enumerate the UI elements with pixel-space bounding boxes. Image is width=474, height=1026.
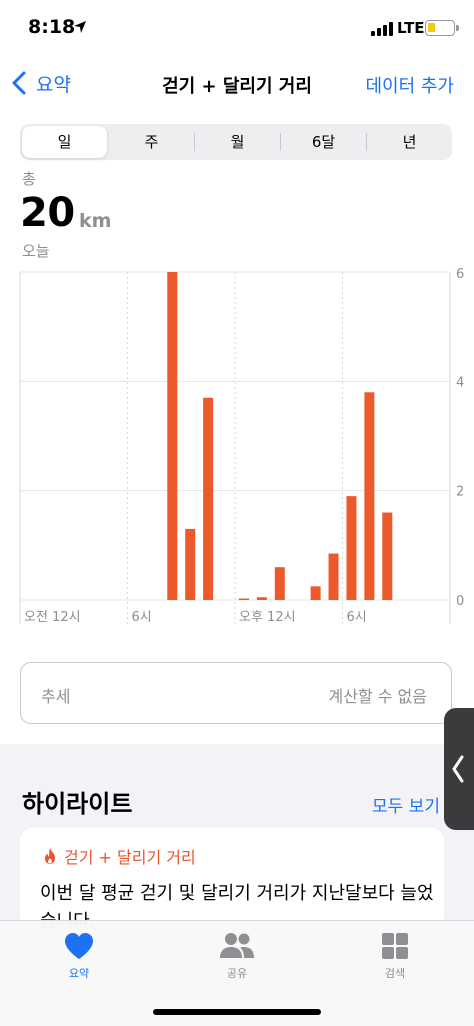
highlight-card[interactable]: 걷기 + 달리기 거리 이번 달 평균 걷기 및 달리기 거리가 지난달보다 늘…: [20, 828, 444, 928]
highlight-category: 걷기 + 달리기 거리: [64, 848, 196, 867]
chart-bar: [328, 553, 339, 600]
grid-icon: [382, 933, 408, 959]
home-indicator: [153, 1009, 321, 1015]
chart-bar: [238, 598, 249, 600]
total-value: 20: [20, 190, 75, 236]
y-tick-label: 6: [456, 267, 464, 282]
page-title: 걷기 + 달리기 거리: [162, 76, 312, 97]
x-tick-label: 6시: [132, 610, 152, 625]
navigation-bar: 요약 걷기 + 달리기 거리 데이터 추가: [0, 56, 474, 112]
heart-icon: [65, 933, 93, 959]
chart-bar: [203, 397, 214, 600]
y-tick-label: 4: [456, 375, 464, 390]
chevron-left-icon: [452, 755, 464, 783]
trend-label: 추세: [41, 687, 71, 706]
segment-month[interactable]: 월: [195, 124, 280, 160]
segment-6-months[interactable]: 6달: [281, 124, 366, 160]
tab-label: 공유: [226, 967, 248, 980]
people-icon: [220, 933, 254, 958]
cellular-signal-icon: [371, 22, 395, 36]
chart-bar: [185, 528, 196, 600]
x-tick-label: 오전 12시: [24, 610, 81, 625]
chevron-left-icon: [12, 71, 26, 95]
x-tick-label: 6시: [347, 610, 367, 625]
chart-bar: [167, 272, 178, 600]
chart-bar: [274, 567, 285, 600]
tab-sharing[interactable]: 공유: [197, 931, 277, 981]
add-data-button[interactable]: 데이터 추가: [365, 72, 454, 98]
back-label: 요약: [36, 73, 71, 96]
battery-icon: [425, 20, 459, 36]
back-button[interactable]: 요약: [10, 68, 71, 98]
distance-bar-chart[interactable]: 6 4 2 0 오전 12시 6시 오후 12시 6시: [0, 262, 474, 634]
highlight-header: 걷기 + 달리기 거리: [42, 844, 196, 868]
y-tick-label: 0: [456, 594, 464, 609]
trend-value: 계산할 수 없음: [328, 687, 428, 706]
date-label: 오늘: [22, 242, 50, 260]
total-label: 총: [22, 170, 36, 188]
tab-browse[interactable]: 검색: [355, 931, 435, 981]
trend-row[interactable]: 추세 계산할 수 없음: [20, 662, 452, 724]
tab-summary[interactable]: 요약: [39, 931, 119, 981]
side-panel-handle[interactable]: [444, 708, 474, 830]
x-tick-label: 오후 12시: [239, 610, 296, 625]
tab-label: 검색: [384, 967, 406, 980]
tab-label: 요약: [68, 967, 90, 980]
network-type: LTE: [397, 19, 425, 37]
show-all-link[interactable]: 모두 보기: [372, 792, 440, 817]
segment-day[interactable]: 일: [22, 126, 107, 158]
total-unit: km: [79, 210, 112, 232]
segment-year[interactable]: 년: [367, 124, 452, 160]
segment-week[interactable]: 주: [109, 124, 194, 160]
status-time: 8:18: [28, 16, 76, 38]
chart-bar: [382, 512, 393, 600]
flame-icon: [45, 848, 55, 864]
highlights-title: 하이라이트: [22, 790, 133, 818]
chart-bar: [256, 597, 267, 600]
chart-bar: [364, 392, 375, 600]
y-tick-label: 2: [456, 485, 464, 500]
chart-bar: [346, 496, 357, 600]
status-bar: 8:18 LTE: [0, 0, 474, 56]
chart-bar: [310, 586, 321, 600]
period-segmented-control: 일 주 월 6달 년: [20, 124, 452, 160]
location-arrow-icon: [74, 21, 86, 33]
